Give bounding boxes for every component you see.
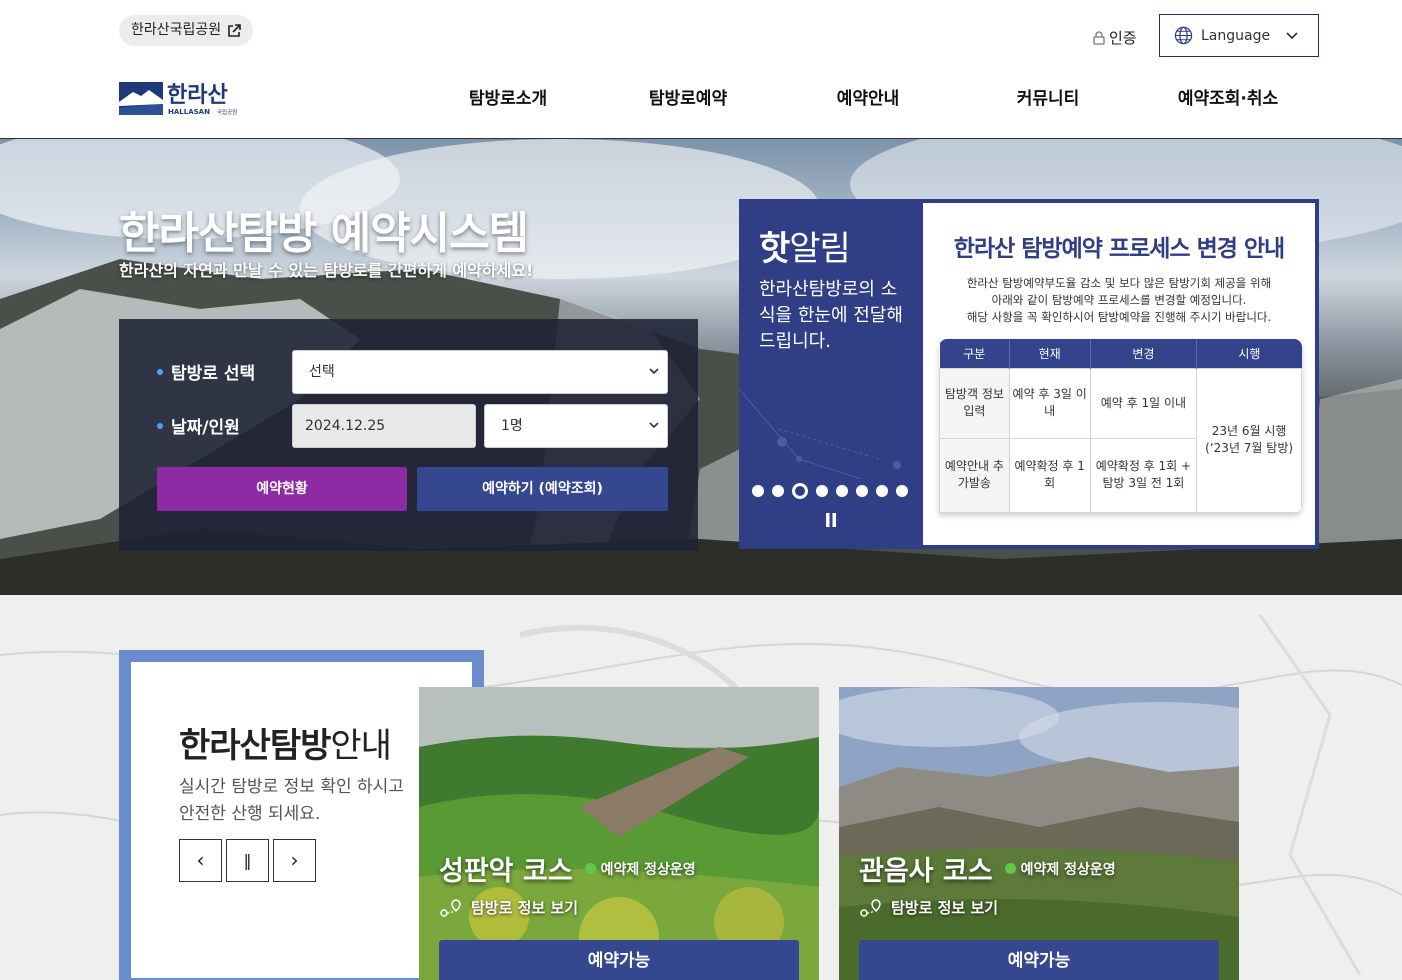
notice-title: 핫알림	[759, 229, 851, 269]
nav-trail-intro[interactable]: 탐방로소개	[418, 84, 598, 109]
chevron-down-icon	[649, 368, 659, 375]
hot-notice-panel: 핫알림 한라산탐방로의 소식을 한눈에 전달해 드립니다. 한라산 탐방예약 프…	[739, 199, 1319, 549]
globe-icon	[1174, 26, 1193, 45]
chevron-down-icon	[649, 422, 659, 429]
hallasan-logo-icon: 한라산 HALLASAN 국립공원	[119, 82, 237, 116]
lock-icon	[1093, 30, 1105, 45]
prev-button[interactable]: ‹	[179, 839, 222, 882]
course-name: 성판악 코스 예약제 정상운영	[439, 856, 696, 887]
reservation-search-box: 탐방로 선택 선택 날짜/인원 2024.12.25 1명 예약현황 예약하기 …	[119, 319, 698, 551]
status-dot-icon	[584, 863, 596, 874]
slide-dot-active[interactable]	[792, 483, 808, 499]
guide-text: 실시간 탐방로 정보 확인 하시고 안전한 산행 되세요.	[179, 777, 404, 824]
constellation-decoration	[739, 388, 901, 479]
next-button[interactable]: ›	[273, 839, 316, 882]
language-select[interactable]: Language	[1159, 14, 1319, 57]
date-field[interactable]: 2024.12.25	[292, 404, 476, 448]
route-pin-icon	[860, 898, 881, 917]
popup-title: 한라산 탐방예약 프로세스 변경 안내	[953, 236, 1285, 262]
popup-text: 한라산 탐방예약부도율 감소 및 보다 많은 탐방기회 제공을 위해 아래와 같…	[966, 276, 1272, 324]
main-nav: 탐방로소개 탐방로예약 예약안내 커뮤니티 예약조회·취소	[418, 84, 1318, 109]
guide-title: 한라산탐방안내	[179, 726, 392, 766]
reserve-button[interactable]: 예약하기 (예약조회)	[417, 467, 668, 511]
table-header: 현재	[1009, 339, 1091, 368]
slide-dot[interactable]	[752, 485, 764, 497]
notice-description: 한라산탐방로의 소식을 한눈에 전달해 드립니다.	[759, 279, 903, 352]
gwaneumsa-photo	[839, 687, 1239, 980]
trail-select-value: 선택	[309, 364, 335, 380]
route-pin-icon	[440, 898, 461, 917]
available-button[interactable]: 예약가능	[859, 940, 1219, 980]
table-header: 시행	[1196, 339, 1302, 368]
logo-sub2: 국립공원	[217, 108, 237, 116]
site-logo[interactable]: 한라산 HALLASAN 국립공원	[119, 80, 241, 116]
table-header: 변경	[1090, 339, 1198, 368]
slide-dot[interactable]	[772, 485, 784, 497]
course-card-gwaneumsa[interactable]: 관음사 코스 예약제 정상운영 탐방로 정보 보기 예약가능	[839, 687, 1239, 980]
auth-label: 인증	[1109, 29, 1137, 47]
slide-dot[interactable]	[856, 485, 868, 497]
nav-reservation-guide[interactable]: 예약안내	[778, 84, 958, 109]
pause-icon[interactable]	[826, 513, 836, 527]
trail-select-label: 탐방로 선택	[157, 359, 255, 384]
course-name: 관음사 코스 예약제 정상운영	[859, 856, 1116, 887]
table-header: 구분	[939, 339, 1010, 368]
slide-dot[interactable]	[816, 485, 828, 497]
table-row: 탐방객 정보입력 예약 후 3일 이내 예약 후 1일 이내 23년 6월 시행…	[939, 367, 1302, 513]
slide-dot[interactable]	[896, 485, 908, 497]
process-change-table: 구분 현재 변경 시행 탐방객 정보입력 예약 후 3일 이내 예약 후 1일 …	[939, 339, 1302, 513]
status-dot-icon	[1004, 863, 1016, 874]
slide-dot[interactable]	[836, 485, 848, 497]
nav-trail-reservation[interactable]: 탐방로예약	[598, 84, 778, 109]
logo-text: 한라산	[167, 83, 228, 108]
site-header: 한라산국립공원 인증 Language 한라산 HALLASAN 국립공원 탐방…	[0, 0, 1402, 139]
trail-info-link[interactable]: 탐방로 정보 보기	[439, 897, 578, 918]
nav-reservation-lookup[interactable]: 예약조회·취소	[1138, 84, 1318, 109]
auth-link[interactable]: 인증	[1093, 27, 1137, 48]
bullet-icon	[157, 422, 163, 429]
slide-dot[interactable]	[876, 485, 888, 497]
external-link-icon	[228, 23, 241, 37]
logo-sub: HALLASAN	[168, 108, 210, 116]
course-card-seongpanak[interactable]: 성판악 코스 예약제 정상운영 탐방로 정보 보기 예약가능	[419, 687, 819, 980]
operation-status: 예약제 정상운영	[1004, 859, 1116, 879]
people-select-value: 1명	[501, 418, 523, 434]
hero-title: 한라산탐방 예약시스템	[119, 208, 529, 259]
operation-status: 예약제 정상운영	[584, 859, 696, 879]
hero-section: 한라산탐방 예약시스템 한라산의 자연과 만날 수 있는 탐방로를 간편하게 예…	[0, 139, 1402, 595]
language-label: Language	[1201, 27, 1271, 44]
park-link[interactable]: 한라산국립공원	[119, 15, 254, 46]
trail-info-link[interactable]: 탐방로 정보 보기	[859, 897, 998, 918]
people-select[interactable]: 1명	[484, 404, 668, 448]
bullet-icon	[157, 368, 163, 375]
seongpanak-photo	[419, 687, 819, 980]
reservation-status-button[interactable]: 예약현황	[157, 467, 407, 511]
available-button[interactable]: 예약가능	[439, 940, 799, 980]
hero-subtitle: 한라산의 자연과 만날 수 있는 탐방로를 간편하게 예약하세요!	[119, 261, 534, 280]
trail-select[interactable]: 선택	[292, 350, 668, 394]
pause-button[interactable]: ‖	[226, 839, 269, 882]
notice-popup[interactable]: 한라산 탐방예약 프로세스 변경 안내 한라산 탐방예약부도율 감소 및 보다 …	[923, 203, 1315, 545]
slide-indicators	[752, 483, 908, 499]
chevron-down-icon	[1286, 31, 1298, 39]
park-link-label: 한라산국립공원	[131, 22, 222, 38]
effective-cell: 23년 6월 시행 (‘23년 7월 탐방)	[1196, 367, 1302, 513]
nav-community[interactable]: 커뮤니티	[958, 84, 1138, 109]
date-people-label: 날짜/인원	[157, 413, 240, 438]
